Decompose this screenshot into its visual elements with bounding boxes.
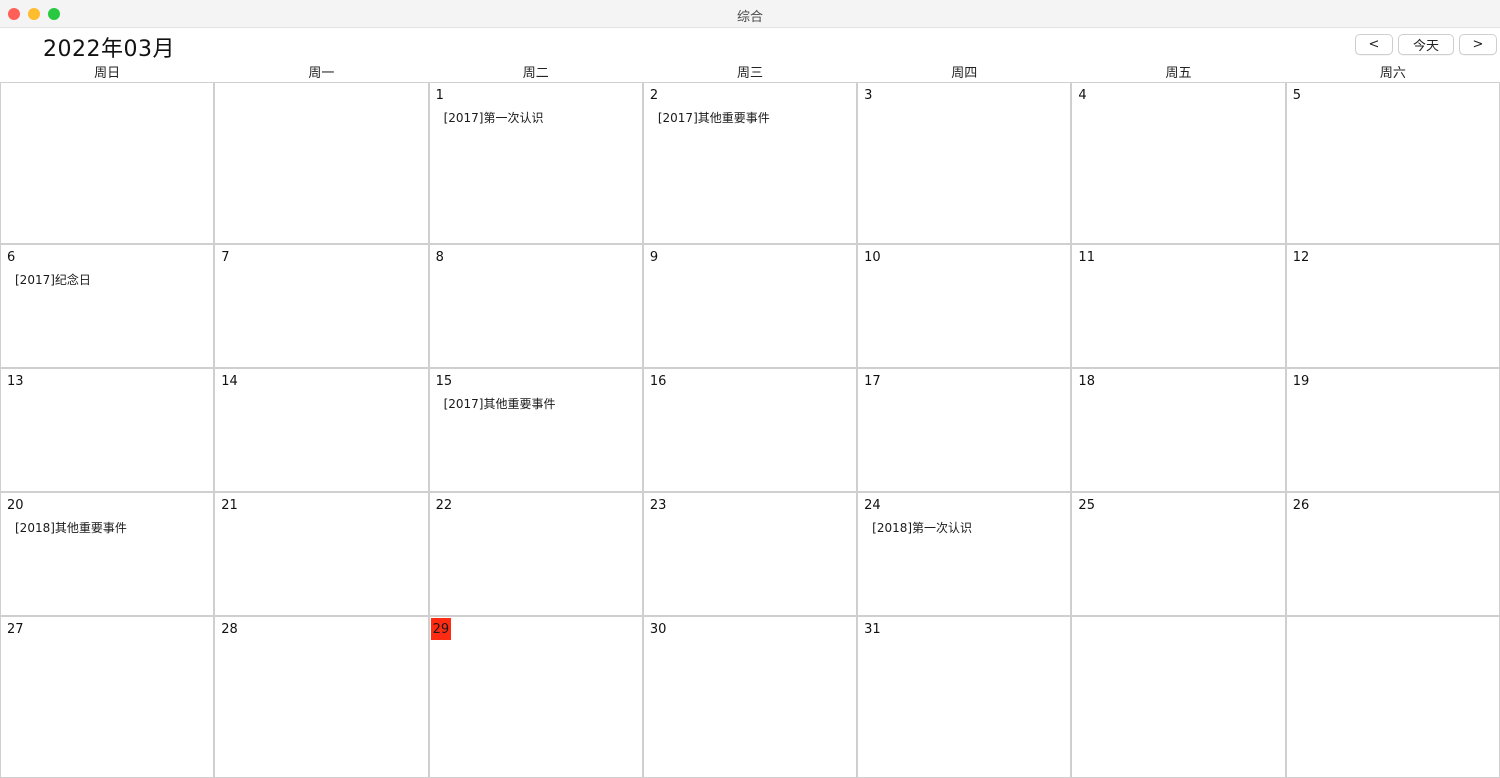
day-number: 21 — [221, 498, 238, 513]
day-number: 3 — [864, 88, 873, 103]
day-cell[interactable]: 15 [2017]其他重要事件 — [428, 368, 643, 492]
day-number: 22 — [435, 498, 453, 513]
day-cell[interactable] — [0, 82, 215, 244]
day-cell[interactable]: 19 — [1285, 368, 1500, 492]
day-cell[interactable]: 3 — [857, 82, 1072, 244]
day-cell[interactable]: 1 [2017]第一次认识 — [428, 82, 643, 244]
window-title: 综合 — [736, 10, 763, 25]
day-cell[interactable]: 26 — [1285, 492, 1500, 616]
day-number: 27 — [7, 622, 24, 637]
day-cell[interactable]: 22 — [428, 492, 643, 616]
day-cell[interactable]: 31 — [857, 616, 1072, 778]
today-day-number: 29 — [430, 618, 452, 640]
day-cell[interactable]: 17 — [857, 368, 1072, 492]
day-cell[interactable]: 18 — [1071, 368, 1286, 492]
day-number: 24 — [864, 498, 881, 513]
day-number: 31 — [864, 622, 881, 637]
day-cell[interactable]: 25 — [1071, 492, 1286, 616]
day-number: 25 — [1078, 498, 1095, 513]
day-cell[interactable]: 7 — [214, 244, 429, 368]
day-number: 28 — [221, 622, 238, 637]
calendar-grid: 1 [2017]第一次认识 2 [2017]其他重要事件 3 4 5 6 [2017]纪念日 7 8… — [0, 82, 1500, 778]
day-number: 5 — [1292, 88, 1301, 103]
day-number: 7 — [221, 250, 230, 265]
calendar-event[interactable]: [2017]纪念日 — [15, 271, 91, 288]
weekday-saturday: 周六 — [1379, 66, 1406, 81]
day-cell[interactable]: 27 — [0, 616, 215, 778]
day-number: 18 — [1078, 374, 1095, 389]
day-number: 8 — [435, 250, 444, 265]
calendar-event[interactable]: [2017]其他重要事件 — [444, 395, 556, 412]
today-label: 今天 — [1412, 39, 1439, 54]
day-cell[interactable]: 21 — [214, 492, 429, 616]
day-cell[interactable]: 23 — [642, 492, 858, 616]
day-number: 13 — [7, 374, 24, 389]
day-cell[interactable]: 24 [2018]第一次认识 — [857, 492, 1072, 616]
weekday-sunday: 周日 — [94, 66, 121, 81]
day-number: 9 — [649, 250, 659, 265]
month-title: 2022年03月 — [43, 37, 175, 62]
calendar-window: 综合 2022年03月 < 今天 > 周日 周一 周二 周三 周四 周五 周六 … — [0, 0, 1500, 778]
day-number: 2 — [649, 88, 659, 103]
day-cell[interactable] — [1285, 616, 1500, 778]
calendar-event[interactable]: [2017]第一次认识 — [444, 109, 544, 126]
previous-month-label: < — [1368, 37, 1380, 52]
day-cell[interactable]: 16 — [642, 368, 858, 492]
next-month-button[interactable]: > — [1459, 34, 1497, 55]
day-cell[interactable]: 29 — [428, 616, 643, 778]
day-cell[interactable]: 8 — [428, 244, 643, 368]
weekday-friday: 周五 — [1165, 66, 1192, 81]
day-cell[interactable]: 10 — [857, 244, 1072, 368]
calendar-event[interactable]: [2018]第一次认识 — [872, 519, 972, 536]
day-cell[interactable]: 20 [2018]其他重要事件 — [0, 492, 215, 616]
day-cell[interactable] — [214, 82, 429, 244]
day-number: 15 — [435, 374, 453, 389]
calendar-event[interactable]: [2017]其他重要事件 — [658, 109, 770, 126]
weekday-header-row: 周日 周一 周二 周三 周四 周五 周六 — [0, 62, 1500, 82]
weekday-tuesday: 周二 — [522, 66, 549, 81]
day-cell[interactable]: 2 [2017]其他重要事件 — [642, 82, 858, 244]
day-cell[interactable]: 11 — [1071, 244, 1286, 368]
title-bar: 综合 — [0, 0, 1500, 28]
day-cell[interactable]: 30 — [642, 616, 858, 778]
day-number: 14 — [221, 374, 238, 389]
day-number: 6 — [7, 250, 16, 265]
day-number: 4 — [1078, 88, 1087, 103]
day-number: 26 — [1292, 498, 1310, 513]
day-cell[interactable]: 4 — [1071, 82, 1286, 244]
weekday-thursday: 周四 — [951, 66, 978, 81]
day-number: 11 — [1078, 250, 1095, 265]
day-cell[interactable]: 5 — [1285, 82, 1500, 244]
day-cell[interactable] — [1071, 616, 1286, 778]
day-cell[interactable]: 9 — [642, 244, 858, 368]
day-number: 12 — [1292, 250, 1310, 265]
day-cell[interactable]: 28 — [214, 616, 429, 778]
day-cell[interactable]: 6 [2017]纪念日 — [0, 244, 215, 368]
next-month-label: > — [1472, 37, 1484, 52]
day-number: 30 — [649, 622, 667, 637]
weekday-wednesday: 周三 — [736, 66, 763, 81]
calendar-event[interactable]: [2018]其他重要事件 — [15, 519, 127, 536]
day-number: 20 — [7, 498, 24, 513]
day-cell[interactable]: 14 — [214, 368, 429, 492]
day-number: 19 — [1292, 374, 1310, 389]
day-number: 16 — [649, 374, 667, 389]
day-number: 23 — [649, 498, 667, 513]
day-number: 10 — [864, 250, 881, 265]
day-cell[interactable]: 12 — [1285, 244, 1500, 368]
today-button[interactable]: 今天 — [1398, 34, 1454, 55]
day-cell[interactable]: 13 — [0, 368, 215, 492]
day-number: 17 — [864, 374, 881, 389]
weekday-monday: 周一 — [308, 66, 335, 81]
previous-month-button[interactable]: < — [1355, 34, 1393, 55]
day-number: 1 — [435, 88, 444, 103]
